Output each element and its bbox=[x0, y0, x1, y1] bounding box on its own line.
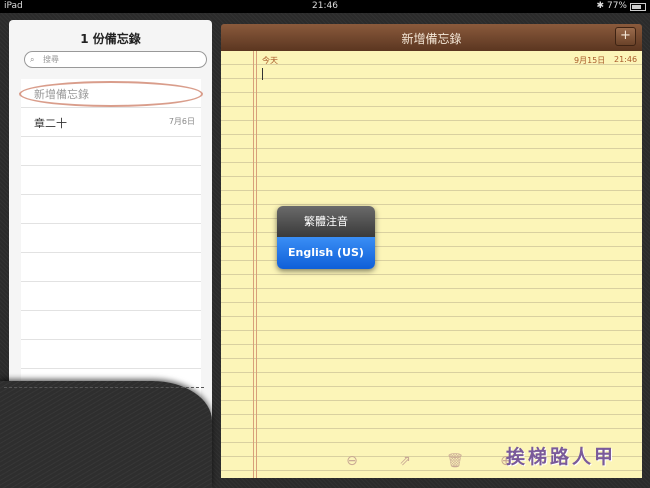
share-icon[interactable]: ⇗ bbox=[396, 452, 414, 470]
list-empty-row bbox=[21, 137, 201, 166]
search-icon: ⌕ bbox=[30, 55, 35, 64]
list-item-new-note[interactable]: 新增備忘錄 bbox=[19, 79, 203, 108]
status-indicators: ✱ 77% bbox=[596, 0, 646, 13]
note-title: 章二十 bbox=[34, 117, 67, 130]
list-item-note[interactable]: 章二十 7月6日 bbox=[21, 108, 201, 137]
clock: 21:46 bbox=[312, 1, 338, 11]
note-date: 7月6日 bbox=[168, 117, 195, 126]
notes-count-title: 1 份備忘錄 bbox=[80, 32, 141, 46]
battery-percent: 77% bbox=[606, 1, 627, 11]
list-empty-row bbox=[21, 195, 201, 224]
note-date: 9月15日 bbox=[574, 56, 606, 65]
keyboard-option-english[interactable]: English (US) bbox=[277, 237, 375, 269]
note-title: 新增備忘錄 bbox=[34, 88, 89, 101]
status-bar: iPad 21:46 ✱ 77% bbox=[0, 0, 650, 13]
search-placeholder: 搜尋 bbox=[43, 55, 59, 64]
list-empty-row bbox=[21, 224, 201, 253]
list-empty-row bbox=[21, 166, 201, 195]
battery-icon bbox=[630, 2, 646, 11]
watermark: 挨梯路人甲 bbox=[506, 446, 617, 468]
note-time: 21:46 bbox=[614, 55, 638, 64]
note-header: 新增備忘錄 + bbox=[221, 24, 642, 51]
list-empty-row bbox=[21, 253, 201, 282]
back-arrow-icon[interactable]: ⊖ bbox=[343, 452, 361, 470]
keyboard-language-popup: 繁體注音 English (US) bbox=[277, 206, 375, 269]
trash-icon[interactable]: 🗑 bbox=[446, 452, 464, 470]
text-cursor bbox=[262, 68, 263, 80]
note-header-title: 新增備忘錄 bbox=[401, 32, 462, 46]
bluetooth-icon: ✱ bbox=[596, 1, 604, 11]
list-empty-row bbox=[21, 340, 201, 369]
today-label: 今天 bbox=[262, 56, 278, 65]
notes-list: 新增備忘錄 章二十 7月6日 bbox=[19, 79, 203, 427]
list-empty-row bbox=[21, 311, 201, 340]
add-note-button[interactable]: + bbox=[615, 27, 636, 46]
list-empty-row bbox=[21, 282, 201, 311]
leather-pocket bbox=[0, 381, 212, 488]
search-field[interactable]: ⌕ 搜尋 bbox=[24, 51, 207, 68]
keyboard-option-zhuyin[interactable]: 繁體注音 bbox=[277, 206, 375, 237]
